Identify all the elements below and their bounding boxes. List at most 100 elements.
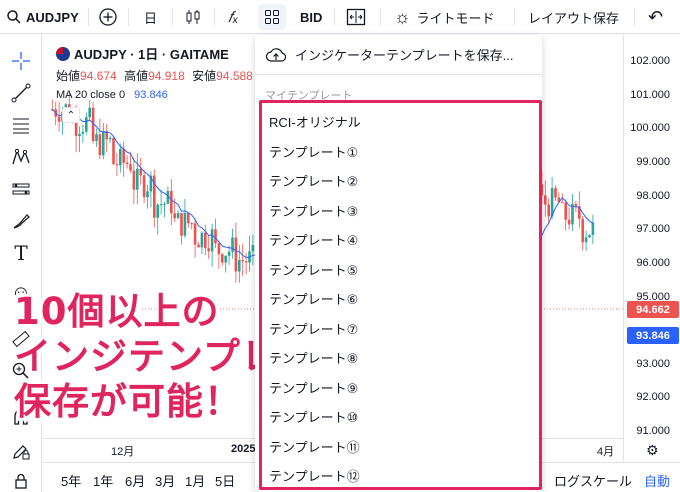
candle-body (231, 237, 234, 252)
theme-label: ライトモード (416, 10, 495, 26)
candle-body (187, 213, 190, 224)
candle-body (183, 213, 187, 236)
template-item[interactable]: テンプレート⑥ (269, 289, 358, 308)
lock-drawings-tool[interactable] (8, 438, 34, 464)
template-item[interactable]: テンプレート⑩ (269, 407, 358, 426)
template-item[interactable]: テンプレート⑤ (269, 260, 358, 279)
candle-body (567, 219, 571, 225)
template-item[interactable]: テンプレート② (269, 171, 358, 190)
candle-body (547, 204, 550, 217)
save-template-button[interactable]: インジケーターテンプレートを保存... (255, 35, 542, 75)
ohlc-legend: 始値94.674 高値94.918 安値94.588 (56, 67, 253, 84)
high-value: 94.918 (148, 69, 185, 83)
candle-body (564, 202, 567, 220)
range-button[interactable]: 1月 (185, 471, 205, 490)
symbol-search-button[interactable]: AUDJPY (6, 0, 79, 34)
range-button[interactable]: 6月 (125, 471, 145, 490)
candle-body (241, 259, 244, 262)
candle-body (180, 213, 183, 236)
indicators-button[interactable]: 𝑓ₓ (228, 0, 238, 34)
candle-body (190, 223, 193, 225)
projection-tool[interactable] (8, 176, 34, 202)
candle-body (98, 134, 102, 156)
chart-settings-button[interactable]: ⚙ (646, 442, 659, 459)
candle-body (78, 133, 81, 136)
candle-body (591, 222, 595, 235)
candle-body (170, 190, 173, 214)
auto-scale-button[interactable]: 自動 (644, 471, 670, 490)
lock-icon (15, 473, 27, 489)
plus-circle-icon (99, 8, 117, 26)
save-layout-button[interactable]: レイアウト保存 (528, 0, 619, 34)
trendline-icon (11, 83, 31, 103)
text-icon: T (14, 241, 28, 265)
text-tool[interactable]: T (8, 240, 34, 266)
template-item[interactable]: RCI-オリジナル (269, 112, 361, 131)
candle-body (129, 164, 132, 171)
open-label: 始値 (56, 69, 81, 83)
candles-icon (186, 10, 200, 24)
price-scale[interactable]: 102.000 101.000 100.000 99.000 98.000 97… (623, 35, 680, 461)
price-tick: 96.000 (636, 257, 670, 269)
interval-button[interactable]: 日 (144, 0, 157, 34)
ma-legend[interactable]: MA 20 close 0 93.846 (56, 89, 168, 101)
promo-line-3: 保存が可能！ (14, 380, 242, 423)
candle-body (251, 245, 255, 252)
candle-body (159, 204, 163, 206)
gear-icon: ⚙ (646, 442, 659, 458)
grid-icon (265, 10, 279, 24)
candle-body (88, 107, 91, 118)
candle-body (81, 131, 85, 134)
range-button[interactable]: 5年 (61, 471, 81, 490)
log-scale-button[interactable]: ログスケール (554, 471, 632, 490)
fib-icon (13, 118, 29, 134)
candle-body (224, 255, 227, 263)
undo-button[interactable]: ↶ (648, 0, 663, 34)
candle-body (200, 232, 204, 248)
price-tick: 98.000 (636, 190, 670, 202)
template-item[interactable]: テンプレート⑪ (269, 437, 360, 456)
compare-button[interactable] (346, 0, 366, 34)
candle-body (95, 134, 98, 142)
candle-body (142, 175, 146, 198)
fx-icon: 𝑓ₓ (228, 8, 239, 26)
candle-body (574, 204, 578, 207)
cloud-upload-icon (265, 47, 287, 62)
add-symbol-button[interactable] (98, 0, 118, 34)
candle-body (163, 203, 166, 205)
candle-body (139, 168, 142, 176)
candle-body (112, 137, 115, 165)
template-item[interactable]: テンプレート③ (269, 201, 358, 220)
template-item[interactable]: テンプレート⑧ (269, 348, 358, 367)
pattern-tool[interactable] (8, 144, 34, 170)
chart-type-button[interactable] (184, 0, 202, 34)
undo-icon: ↶ (648, 6, 664, 27)
symbol-label: AUDJPY (26, 9, 79, 25)
range-button[interactable]: 1年 (93, 471, 113, 490)
hide-drawings-tool[interactable] (8, 468, 34, 492)
candle-body (217, 243, 221, 255)
candle-body (132, 170, 136, 190)
candle-body (207, 248, 210, 252)
candle-body (588, 234, 591, 238)
brush-tool[interactable] (8, 208, 34, 234)
fib-tool[interactable] (8, 112, 34, 138)
pencil-lock-icon (13, 445, 30, 460)
template-item[interactable]: テンプレート① (269, 142, 358, 161)
candle-body (146, 191, 149, 198)
theme-toggle-button[interactable]: ☼ ライトモード (394, 0, 495, 34)
range-button[interactable]: 5日 (215, 471, 235, 490)
time-tick: 4月 (597, 446, 615, 458)
template-item[interactable]: テンプレート⑦ (269, 319, 358, 338)
template-item[interactable]: テンプレート⑨ (269, 378, 358, 397)
template-item[interactable]: テンプレート⑫ (269, 466, 360, 485)
candle-body (584, 237, 588, 243)
bid-button[interactable]: BID (300, 0, 322, 34)
price-tick: 92.000 (636, 391, 670, 403)
range-button[interactable]: 3月 (155, 471, 175, 490)
trendline-tool[interactable] (8, 80, 34, 106)
indicator-templates-button[interactable] (258, 4, 286, 30)
template-item[interactable]: テンプレート④ (269, 230, 358, 249)
crosshair-tool[interactable] (8, 48, 34, 74)
collapse-legend-button[interactable]: ⌃ (62, 107, 80, 123)
